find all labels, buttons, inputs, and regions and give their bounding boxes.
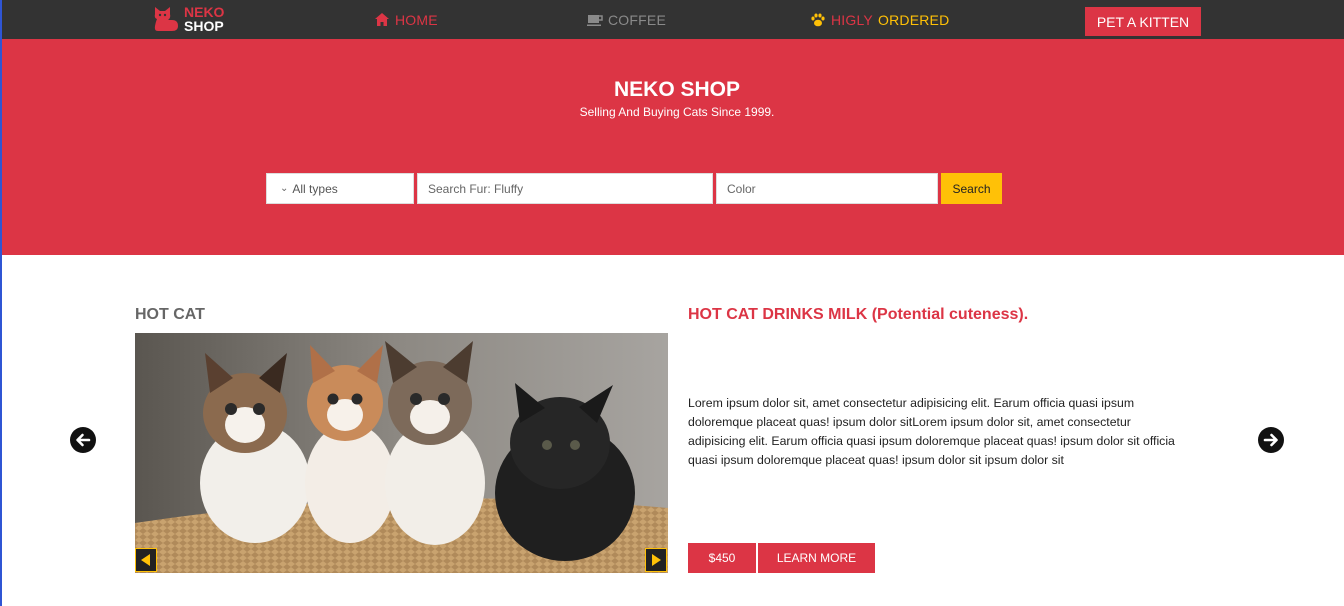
triangle-left-icon [141,554,150,566]
nav-coffee-label: COFFEE [608,11,666,28]
chevron-down-icon: ⌄ [280,183,289,194]
coffee-icon [587,14,603,26]
photo-prev-button[interactable] [135,548,157,572]
price-button[interactable]: $450 [688,543,756,573]
cat-photo [135,333,668,573]
hero-subtitle: Selling And Buying Cats Since 1999. [579,105,775,119]
hero-banner: NEKO SHOP Selling And Buying Cats Since … [2,39,1344,255]
nav-ordered-label-1: HIGLY [831,11,873,28]
hero-title: NEKO SHOP [613,78,741,101]
nav-ordered-label-2: ORDERED [877,11,950,28]
learn-more-button[interactable]: LEARN MORE [758,543,875,573]
search-button[interactable]: Search [941,173,1002,204]
carousel-prev-icon[interactable] [70,427,96,453]
nav-ordered-link[interactable]: HIGLY ORDERED [810,0,949,39]
brand-name-top: NEKO [184,4,225,20]
type-select[interactable]: ⌄ All types [266,173,414,204]
carousel-next-icon[interactable] [1258,427,1284,453]
nav-coffee-link[interactable]: COFFEE [587,0,666,39]
top-navbar: NEKO SHOP HOME COFFEE HIGLY ORDERED PET … [2,0,1344,39]
paw-icon [811,13,825,26]
nav-home-link[interactable]: HOME [374,0,438,39]
item-title: HOT CAT DRINKS MILK (Potential cuteness)… [688,306,1029,323]
nav-home-label: HOME [395,11,438,28]
section-label: HOT CAT [135,306,205,323]
type-select-value: All types [292,181,338,196]
photo-next-button[interactable] [645,548,667,572]
pet-a-kitten-button[interactable]: PET A KITTEN [1085,7,1201,36]
brand-name-bottom: SHOP [184,18,224,34]
fur-search-input[interactable] [417,173,713,204]
color-input[interactable] [716,173,938,204]
item-description: Lorem ipsum dolor sit, amet consectetur … [688,396,1175,467]
home-icon [375,12,389,26]
cat-logo-icon [154,7,178,31]
triangle-right-icon [652,554,661,566]
kittens-image [135,333,668,573]
brand-logo[interactable]: NEKO SHOP [152,4,224,34]
